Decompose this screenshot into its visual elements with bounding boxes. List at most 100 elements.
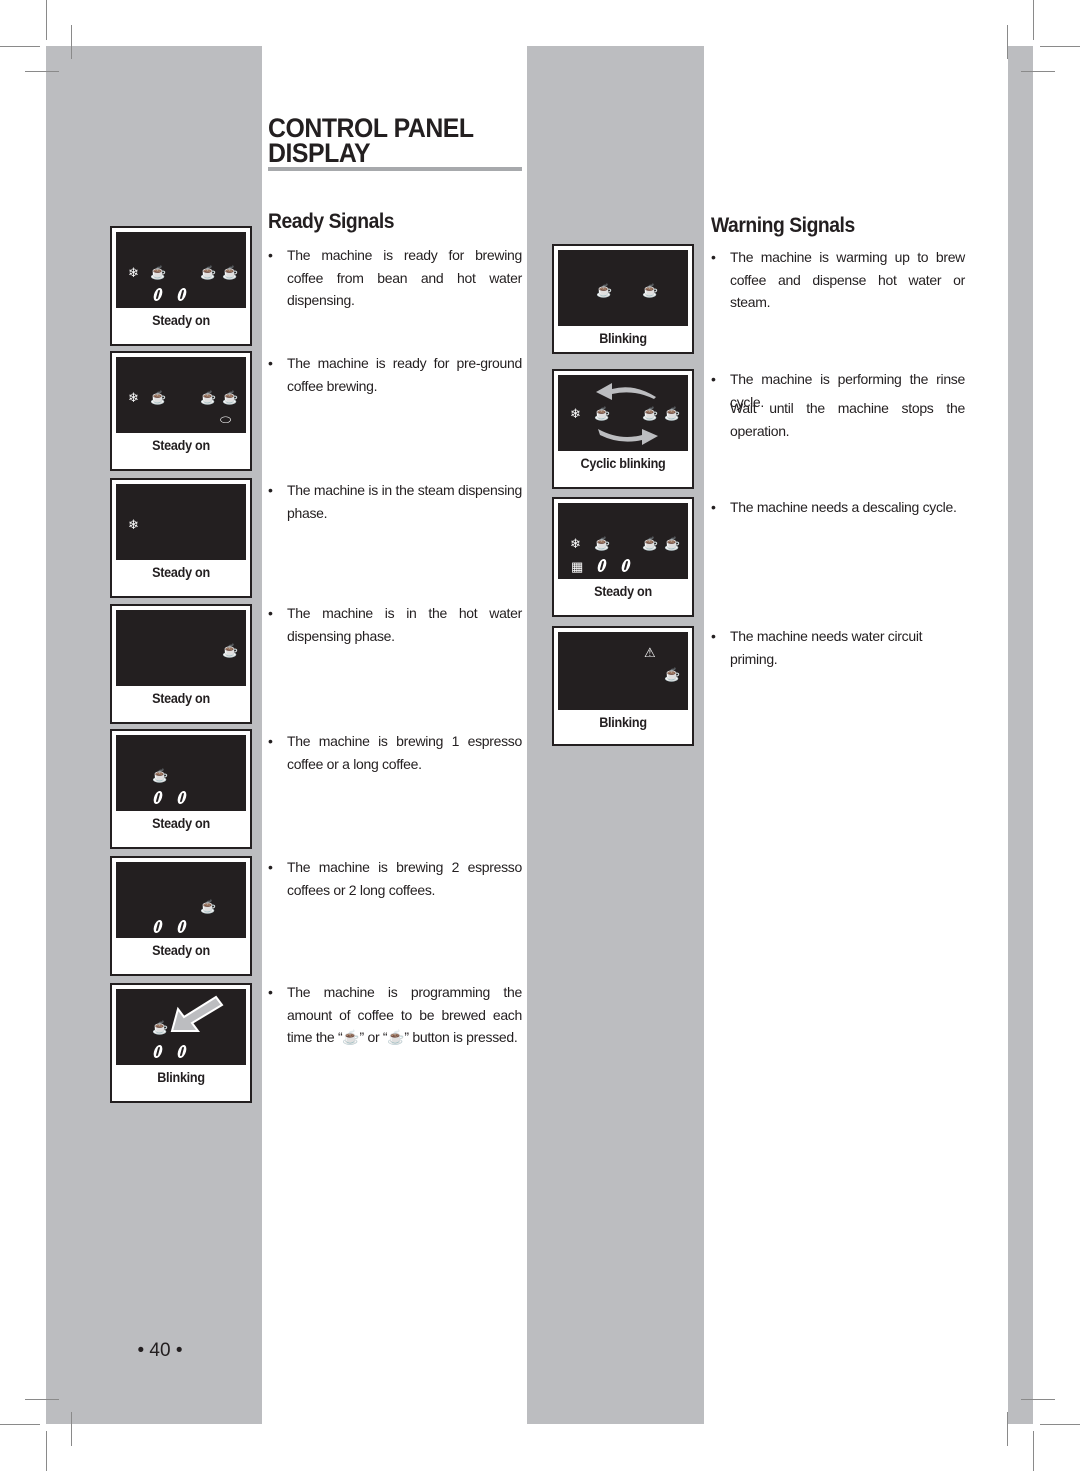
display-screen: ☕ <box>116 862 246 938</box>
panel-state-label: Steady on <box>594 583 652 599</box>
panel-state-label: Steady on <box>152 942 210 958</box>
double-cup-icon: ☕ <box>200 899 217 914</box>
display-screen: ❄ ☕ ☕ ☕ <box>116 232 246 308</box>
panel-state-label: Cyclic blinking <box>580 455 666 471</box>
page-title-line2: DISPLAY <box>268 138 371 168</box>
display-screen: ☕ <box>116 735 246 811</box>
warning-desc-4: • The machine needs water circuit primin… <box>711 625 965 667</box>
hot-water-icon: ☕ <box>222 390 239 405</box>
ready-panel-two-cups: ☕ Steady on <box>110 856 252 976</box>
double-cup-icon: ☕ <box>200 390 217 405</box>
display-screen: ❄ ☕ ☕ ☕ ⬭ <box>116 357 246 433</box>
warning-panel-descale: ❄ ☕ ☕ ☕ ▦ Steady on <box>552 497 694 617</box>
steam-icon: ❄ <box>128 517 139 532</box>
bean-icon <box>620 559 632 572</box>
description-text-part: ” or “ <box>359 1029 388 1045</box>
espresso-cup-icon: ☕ <box>594 406 611 421</box>
bean-icon <box>152 288 164 301</box>
bullet: • <box>268 482 273 498</box>
display-screen: ❄ ☕ ☕ ☕ ▦ <box>558 503 688 579</box>
warning-panel-rinse: ❄ ☕ ☕ ☕ Cyclic blinking <box>552 369 694 489</box>
ready-desc-6: • The machine is brewing 2 espresso coff… <box>268 856 522 902</box>
display-screen: ❄ ☕ ☕ ☕ <box>558 375 688 451</box>
bullet: • <box>268 247 273 263</box>
espresso-cup-icon: ☕ <box>342 1029 360 1045</box>
bullet: • <box>268 984 273 1000</box>
panel-state-label: Steady on <box>152 815 210 831</box>
description-text: The machine is ready for brewing coffee … <box>287 247 522 308</box>
display-screen: ☕ ☕ <box>558 250 688 326</box>
display-screen: ☕ <box>116 610 246 686</box>
hot-water-icon: ☕ <box>664 536 681 551</box>
steam-icon: ❄ <box>570 536 581 551</box>
bullet: • <box>268 355 273 371</box>
warning-signals-heading: Warning Signals <box>711 214 855 237</box>
bullet: • <box>711 371 716 387</box>
hot-water-icon: ☕ <box>664 667 681 682</box>
warning-panel-warming: ☕ ☕ Blinking <box>552 244 694 354</box>
double-cup-icon: ☕ <box>642 406 659 421</box>
ready-desc-3: • The machine is in the steam dispensing… <box>268 479 522 525</box>
espresso-cup-icon: ☕ <box>150 390 167 405</box>
description-text: The machine is warming up to brew coffee… <box>730 249 965 310</box>
steam-icon: ❄ <box>570 406 581 421</box>
warning-desc-2: • The machine is performing the rinse cy… <box>711 368 965 444</box>
panel-state-label: Blinking <box>599 330 647 346</box>
panel-state-label: Steady on <box>152 437 210 453</box>
display-screen: ⚠ ☕ <box>558 632 688 710</box>
description-text: The machine is brewing 2 espresso coffee… <box>287 859 522 898</box>
description-text: The machine is in the steam dispensing p… <box>287 482 522 521</box>
warning-panel-priming: ⚠ ☕ Blinking <box>552 626 694 746</box>
ready-desc-5: • The machine is brewing 1 espresso coff… <box>268 730 522 776</box>
bean-icon <box>152 1045 164 1058</box>
hot-water-icon: ☕ <box>664 406 681 421</box>
scoop-icon: ⬭ <box>220 412 232 427</box>
ready-panel-bean-ready: ❄ ☕ ☕ ☕ Steady on <box>110 226 252 346</box>
right-margin-band <box>1008 46 1033 1424</box>
descale-icon: ▦ <box>571 559 584 574</box>
espresso-cup-icon: ☕ <box>152 1020 169 1035</box>
double-cup-icon: ☕ <box>200 265 217 280</box>
ready-desc-1: • The machine is ready for brewing coffe… <box>268 244 522 308</box>
double-cup-icon: ☕ <box>642 283 659 298</box>
panel-state-label: Blinking <box>599 714 647 730</box>
hot-water-icon: ☕ <box>222 265 239 280</box>
long-coffee-cup-icon: ☕ <box>387 1029 405 1045</box>
description-text: The machine is brewing 1 espresso coffee… <box>287 733 522 772</box>
display-screen: ☕ <box>116 989 246 1065</box>
description-text-secondary: Wait until the machine stops the operati… <box>730 400 965 439</box>
ready-panel-programming: ☕ Blinking <box>110 983 252 1103</box>
page-number: • 40 • <box>137 1340 183 1361</box>
ready-panel-steam: ❄ Steady on <box>110 478 252 598</box>
bean-icon <box>152 791 164 804</box>
espresso-cup-icon: ☕ <box>150 265 167 280</box>
ready-desc-7: • The machine is programming the amount … <box>268 981 522 1051</box>
ready-desc-4: • The machine is in the hot water dispen… <box>268 602 522 648</box>
bullet: • <box>711 499 716 515</box>
espresso-cup-icon: ☕ <box>594 536 611 551</box>
description-text: The machine needs water circuit priming. <box>730 628 923 667</box>
panel-state-label: Steady on <box>152 690 210 706</box>
bean-icon <box>152 920 164 933</box>
hot-water-icon: ☕ <box>222 643 239 658</box>
bean-icon <box>176 791 188 804</box>
ready-panel-preground: ❄ ☕ ☕ ☕ ⬭ Steady on <box>110 351 252 471</box>
description-text: The machine needs a descaling cycle. <box>730 499 957 515</box>
ready-desc-2: • The machine is ready for pre-ground co… <box>268 352 522 398</box>
bullet: • <box>268 859 273 875</box>
description-text-part: ” button is pressed. <box>404 1029 518 1045</box>
panel-state-label: Steady on <box>152 312 210 328</box>
bean-icon <box>596 559 608 572</box>
bullet: • <box>711 249 716 265</box>
warning-desc-3: • The machine needs a descaling cycle. <box>711 496 965 520</box>
cycle-arrow-left-icon <box>596 383 656 400</box>
bullet: • <box>711 628 716 644</box>
cycle-arrow-right-icon <box>598 429 658 445</box>
warning-desc-1: • The machine is warming up to brew coff… <box>711 246 965 310</box>
page-title: CONTROL PANEL DISPLAY <box>268 115 502 168</box>
espresso-cup-icon: ☕ <box>152 768 169 783</box>
bean-icon <box>176 920 188 933</box>
display-screen: ❄ <box>116 484 246 560</box>
bean-icon <box>176 288 188 301</box>
bean-icon <box>176 1045 188 1058</box>
